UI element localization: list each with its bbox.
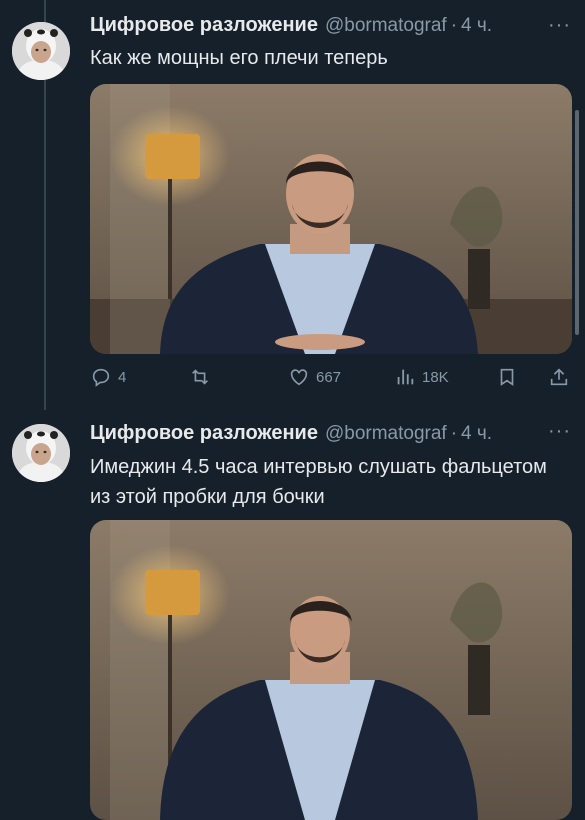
share-button[interactable] (548, 366, 570, 388)
bookmark-icon (500, 368, 514, 386)
tweet-media[interactable] (90, 520, 572, 820)
tweet-text: Как же мощны его плечи теперь (90, 47, 388, 69)
tweet-text: Имеджин 4.5 часа интервью слушать фальце… (90, 456, 547, 508)
views-count: 18K (422, 368, 449, 386)
timestamp[interactable]: 4 ч. (461, 15, 492, 37)
more-icon[interactable]: ··· (548, 14, 571, 37)
views-button[interactable]: 18K (394, 366, 449, 388)
timestamp[interactable]: 4 ч. (461, 423, 492, 445)
scrollbar[interactable] (575, 110, 579, 335)
reply-icon (92, 368, 110, 387)
tweet-header: Цифровое разложение @bormatograf · 4 ч. (90, 14, 492, 40)
share-icon (550, 368, 568, 386)
like-count: 667 (316, 368, 342, 386)
separator: · (450, 423, 458, 444)
tweet-actions: 4 667 18K (88, 360, 574, 394)
avatar[interactable] (12, 424, 70, 482)
author-handle[interactable]: @bormatograf (325, 15, 447, 37)
bookmark-button[interactable] (496, 366, 518, 388)
separator: · (450, 15, 458, 36)
reply-button[interactable]: 4 (90, 366, 126, 388)
views-icon (397, 369, 414, 385)
like-icon (290, 369, 308, 386)
author-name[interactable]: Цифровое разложение (90, 14, 318, 37)
avatar[interactable] (12, 22, 70, 80)
more-icon[interactable]: ··· (548, 420, 571, 443)
tweet-header: Цифровое разложение @bormatograf · 4 ч. (90, 422, 492, 448)
tweet-media[interactable] (90, 84, 572, 354)
retweet-icon (192, 369, 208, 385)
author-handle[interactable]: @bormatograf (325, 423, 447, 445)
like-button[interactable]: 667 (288, 366, 341, 388)
retweet-button[interactable] (188, 366, 218, 388)
author-name[interactable]: Цифровое разложение (90, 422, 318, 445)
reply-count: 4 (118, 368, 127, 386)
